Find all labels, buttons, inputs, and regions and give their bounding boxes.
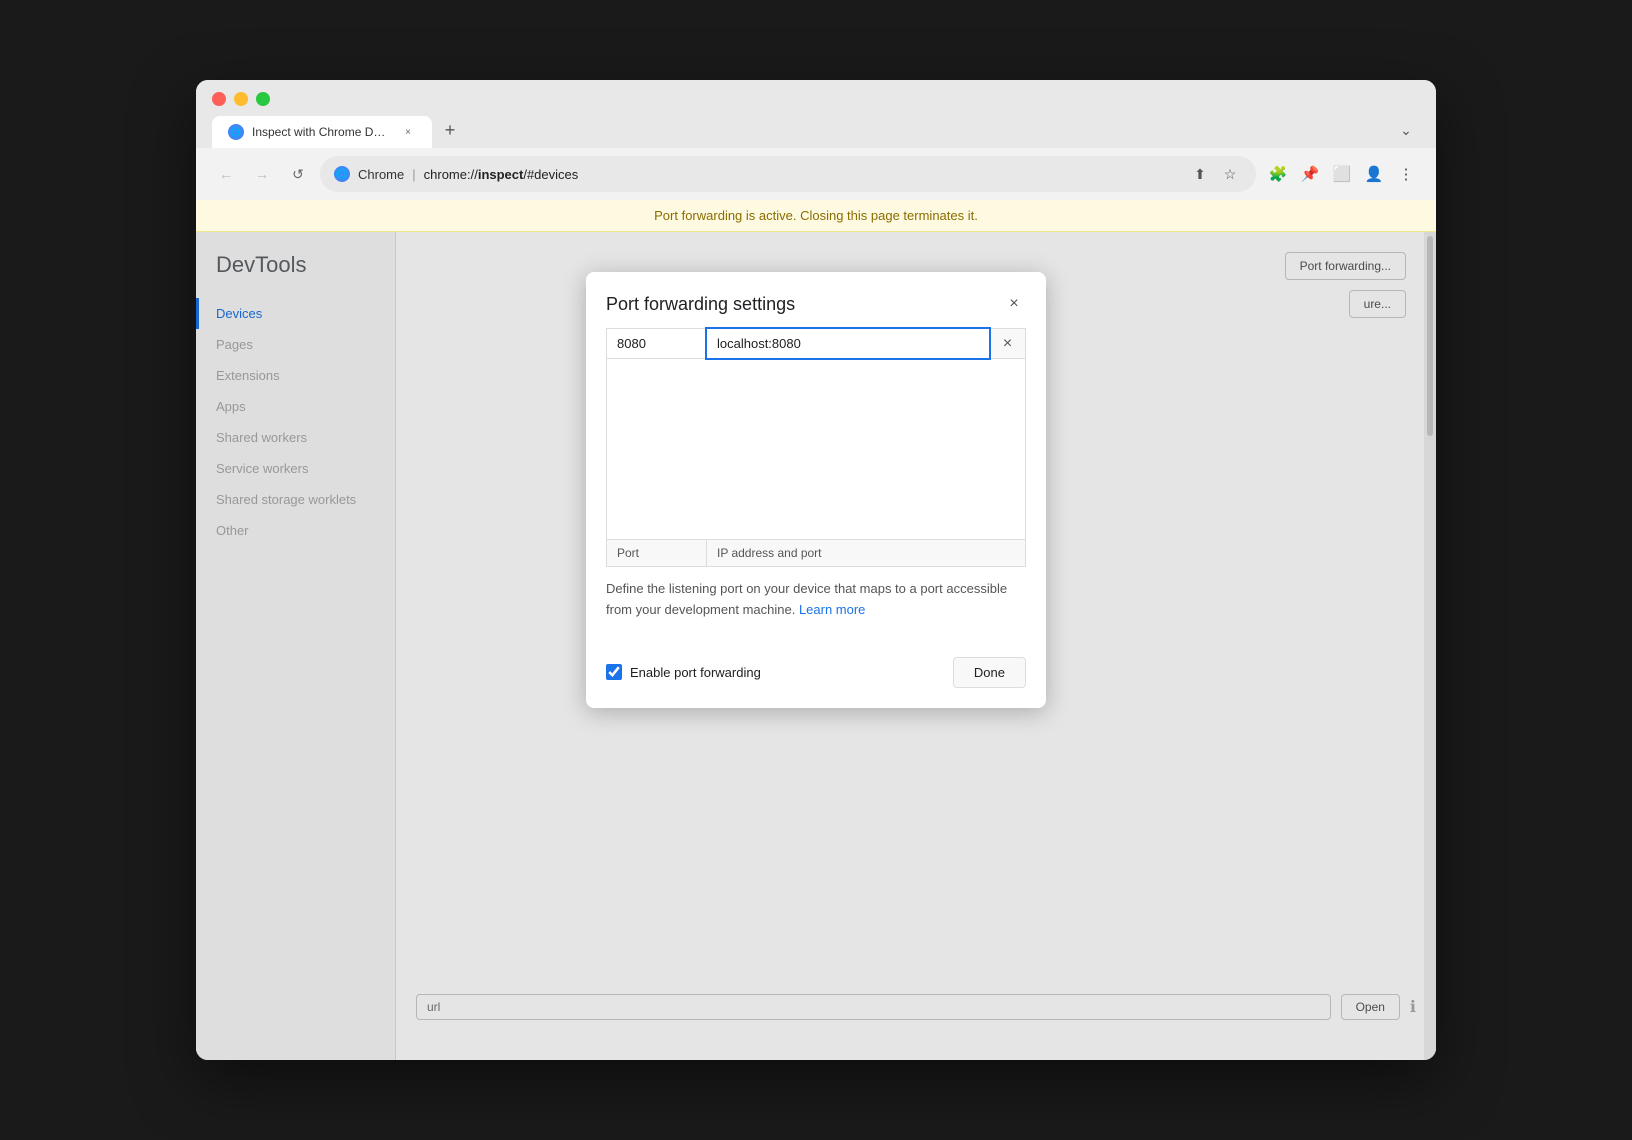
menu-icon[interactable]: ⋮ xyxy=(1392,160,1420,188)
maximize-button[interactable] xyxy=(256,92,270,106)
address-brand: Chrome xyxy=(358,167,404,182)
close-button[interactable] xyxy=(212,92,226,106)
checkbox-label-text: Enable port forwarding xyxy=(630,665,761,680)
address-bar[interactable]: 🌐 Chrome | chrome://inspect/#devices ⬆ ☆ xyxy=(320,156,1256,192)
tab-overflow-button[interactable]: ⌄ xyxy=(1392,116,1420,144)
port-forwarding-entry-row: 8080 × xyxy=(607,329,1025,359)
port-column-header: Port xyxy=(607,540,707,566)
port-value: 8080 xyxy=(607,329,707,358)
bookmark-icon[interactable]: ☆ xyxy=(1218,162,1242,186)
share-icon[interactable]: ⬆ xyxy=(1188,162,1212,186)
address-favicon: 🌐 xyxy=(334,166,350,182)
address-input[interactable] xyxy=(707,329,989,358)
page-content: Port forwarding is active. Closing this … xyxy=(196,200,1436,1060)
modal-overlay: Port forwarding settings × 8080 xyxy=(196,232,1436,1060)
forward-button[interactable]: → xyxy=(248,160,276,188)
back-button[interactable]: ← xyxy=(212,160,240,188)
address-separator: | xyxy=(412,167,415,182)
port-forwarding-table: 8080 × Port IP address a xyxy=(606,328,1026,567)
modal-title: Port forwarding settings xyxy=(606,294,795,315)
enable-port-forwarding-label[interactable]: Enable port forwarding xyxy=(606,664,761,680)
modal-footer: Enable port forwarding Done xyxy=(586,657,1046,708)
main-area: DevTools Devices Pages Extensions Apps S… xyxy=(196,232,1436,1060)
pinned-extension-icon[interactable]: 📌 xyxy=(1296,160,1324,188)
new-tab-button[interactable]: + xyxy=(436,116,464,144)
port-forwarding-banner: Port forwarding is active. Closing this … xyxy=(196,200,1436,232)
enable-port-forwarding-checkbox[interactable] xyxy=(606,664,622,680)
address-column-header: IP address and port xyxy=(707,540,1025,566)
tabs-row: 🌐 Inspect with Chrome Develope × + ⌄ xyxy=(212,116,1420,148)
delete-entry-button[interactable]: × xyxy=(989,329,1025,358)
modal-body: 8080 × Port IP address a xyxy=(586,328,1046,657)
address-cell xyxy=(707,329,989,358)
active-tab[interactable]: 🌐 Inspect with Chrome Develope × xyxy=(212,116,432,148)
reload-button[interactable]: ↺ xyxy=(284,160,312,188)
address-url: chrome://inspect/#devices xyxy=(424,167,579,182)
browser-window: 🌐 Inspect with Chrome Develope × + ⌄ ← →… xyxy=(196,80,1436,1060)
profile-icon[interactable]: 👤 xyxy=(1360,160,1388,188)
modal-close-button[interactable]: × xyxy=(1002,292,1026,316)
tab-title: Inspect with Chrome Develope xyxy=(252,125,392,139)
done-button[interactable]: Done xyxy=(953,657,1026,688)
nav-right-icons: 🧩 📌 ⬜ 👤 ⋮ xyxy=(1264,160,1420,188)
tab-close-button[interactable]: × xyxy=(400,124,416,140)
banner-text: Port forwarding is active. Closing this … xyxy=(654,208,978,223)
minimize-button[interactable] xyxy=(234,92,248,106)
table-header-row: Port IP address and port xyxy=(607,539,1025,566)
extensions-icon[interactable]: 🧩 xyxy=(1264,160,1292,188)
nav-bar: ← → ↺ 🌐 Chrome | chrome://inspect/#devic… xyxy=(196,148,1436,200)
port-forwarding-modal: Port forwarding settings × 8080 xyxy=(586,272,1046,708)
title-bar: 🌐 Inspect with Chrome Develope × + ⌄ xyxy=(196,80,1436,148)
traffic-lights xyxy=(212,92,1420,106)
empty-entries-area xyxy=(607,359,1025,539)
split-view-icon[interactable]: ⬜ xyxy=(1328,160,1356,188)
modal-header: Port forwarding settings × xyxy=(586,272,1046,328)
tab-favicon: 🌐 xyxy=(228,124,244,140)
address-actions: ⬆ ☆ xyxy=(1188,162,1242,186)
description-text: Define the listening port on your device… xyxy=(606,579,1026,621)
learn-more-link[interactable]: Learn more xyxy=(799,602,865,617)
